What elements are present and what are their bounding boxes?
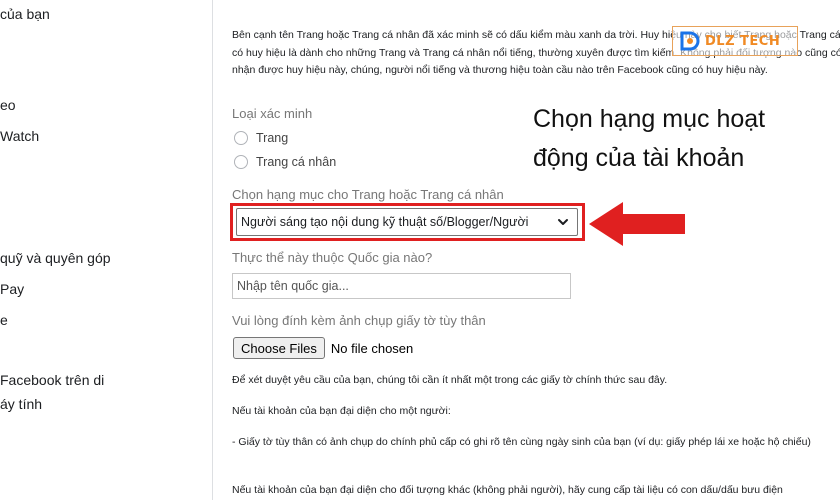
logo-text: DLZ TECH xyxy=(705,33,781,49)
radio-page[interactable]: Trang xyxy=(234,131,288,145)
choose-files-button[interactable]: Choose Files xyxy=(233,337,325,359)
country-input[interactable] xyxy=(232,273,571,299)
annotation-caption: Chọn hạng mục hoạt động của tài khoản xyxy=(533,100,833,178)
radio-profile[interactable]: Trang cá nhân xyxy=(234,155,336,169)
annotation-line-1: Chọn hạng mục hoạt xyxy=(533,105,766,133)
sidebar-item[interactable]: của bạn xyxy=(0,6,50,22)
entity-heading: Nếu tài khoản của bạn đại diện cho đối t… xyxy=(232,484,783,496)
sidebar-item[interactable]: quỹ và quyên góp xyxy=(0,250,111,266)
category-selected-value: Người sáng tạo nội dung kỹ thuật số/Blog… xyxy=(241,215,529,229)
sidebar-item[interactable]: Pay xyxy=(0,281,24,297)
chevron-down-icon xyxy=(558,219,568,225)
radio-page-label: Trang xyxy=(256,131,289,145)
person-heading: Nếu tài khoản của bạn đại diện cho một n… xyxy=(232,405,451,417)
category-label: Chọn hạng mục cho Trang hoặc Trang cá nh… xyxy=(232,187,504,202)
radio-circle-icon[interactable] xyxy=(234,131,248,145)
category-select[interactable]: Người sáng tạo nội dung kỹ thuật số/Blog… xyxy=(236,208,578,236)
sidebar-item[interactable]: e xyxy=(0,312,8,328)
verification-type-label: Loại xác minh xyxy=(232,106,313,121)
dlz-logo-icon xyxy=(680,31,700,51)
radio-profile-label: Trang cá nhân xyxy=(256,155,337,169)
sidebar-item[interactable]: eo xyxy=(0,97,16,113)
file-status: No file chosen xyxy=(330,340,414,356)
radio-circle-icon[interactable] xyxy=(234,155,248,169)
country-label: Thực thể này thuộc Quốc gia nào? xyxy=(232,250,433,265)
dlz-logo: DLZ TECH xyxy=(672,26,798,56)
verification-form: Bên cạnh tên Trang hoặc Trang cá nhân đã… xyxy=(214,0,840,500)
requirements-text: Để xét duyệt yêu cầu của bạn, chúng tôi … xyxy=(232,374,668,386)
sidebar-item[interactable]: Watch xyxy=(0,128,39,144)
attachment-label: Vui lòng đính kèm ảnh chụp giấy tờ tùy t… xyxy=(232,313,486,328)
sidebar-item[interactable]: Facebook trên di xyxy=(0,372,104,388)
sidebar-item[interactable]: áy tính xyxy=(0,396,42,412)
person-document-text: - Giấy tờ tùy thân có ảnh chụp do chính … xyxy=(232,436,811,448)
annotation-line-2: động của tài khoản xyxy=(533,144,745,172)
file-picker: Choose Files No file chosen xyxy=(233,337,413,359)
left-arrow-icon xyxy=(589,202,685,246)
left-sidebar: của bạn eo Watch quỹ và quyên góp Pay e … xyxy=(0,0,213,500)
